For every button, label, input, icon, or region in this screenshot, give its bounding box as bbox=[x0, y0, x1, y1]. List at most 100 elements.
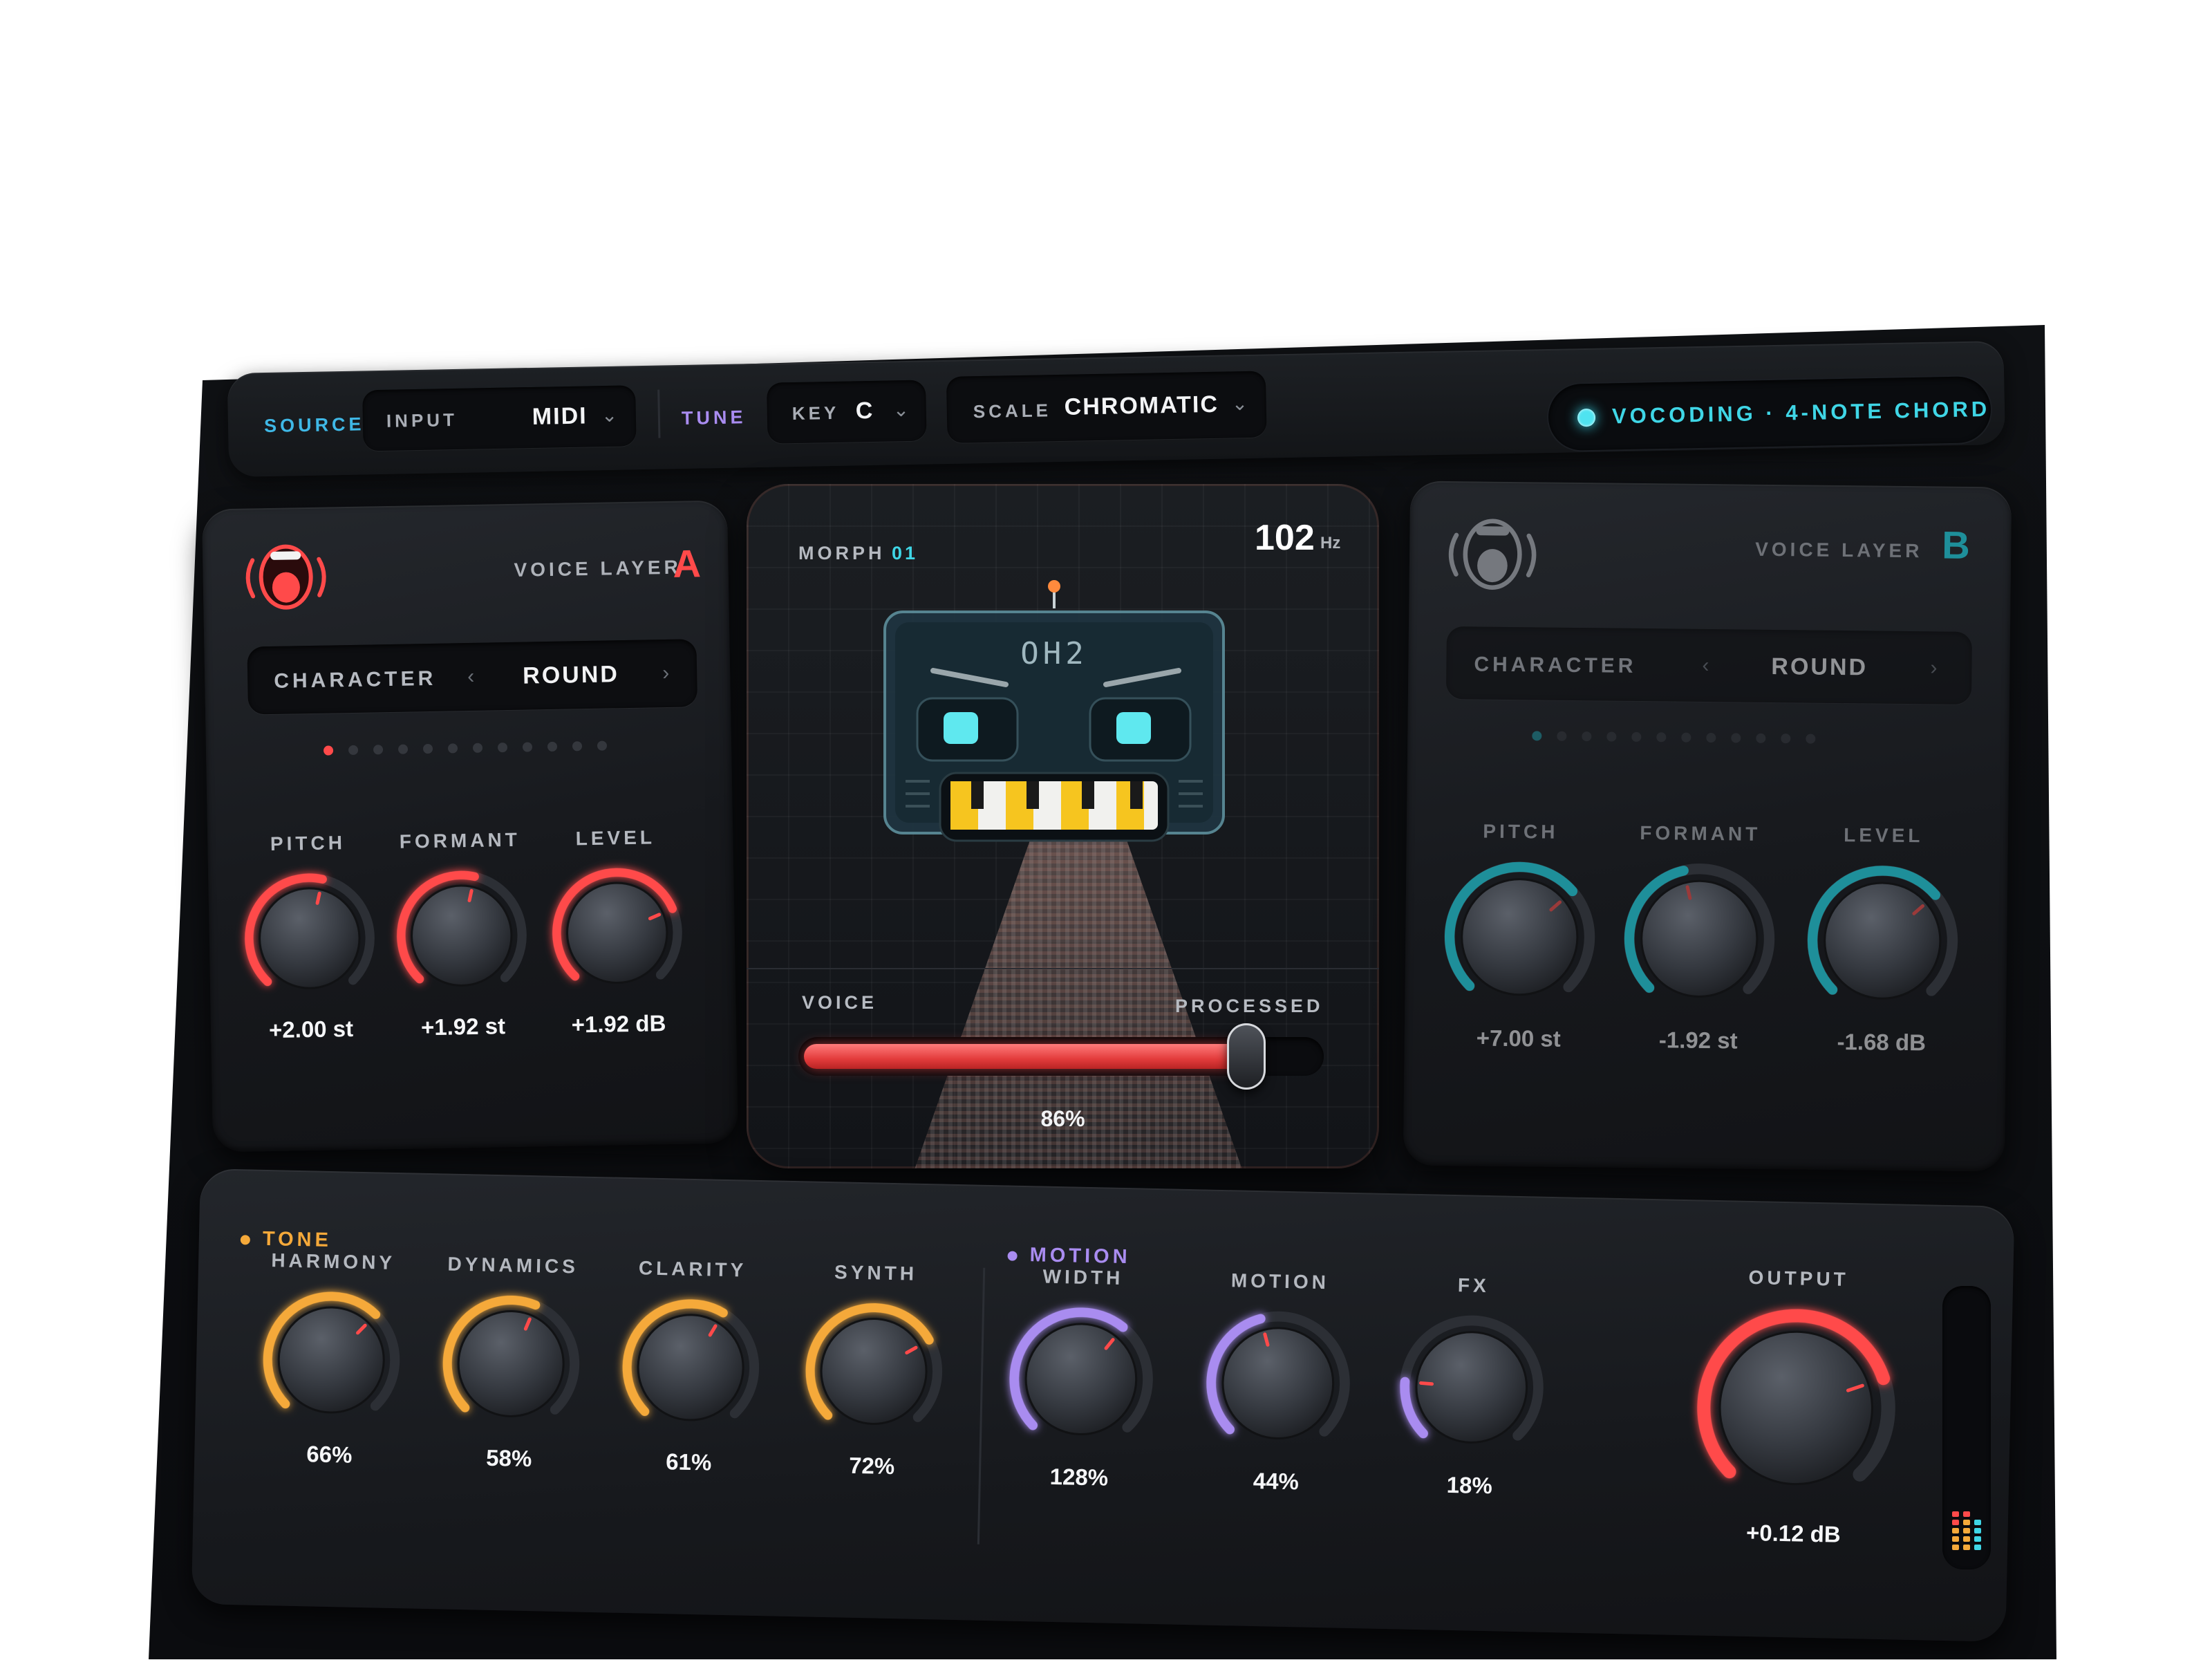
preset-dot[interactable] bbox=[397, 744, 409, 754]
frequency-value: 102 bbox=[1255, 518, 1315, 558]
robot-display-text: OH2 bbox=[1020, 636, 1087, 671]
layer-a-level-value: +1.92 dB bbox=[571, 1010, 666, 1038]
chevron-right-icon[interactable]: › bbox=[662, 662, 670, 685]
preset-dot[interactable] bbox=[597, 740, 608, 751]
motion-fx-knob-body bbox=[1415, 1331, 1528, 1444]
motion-width-value: 128% bbox=[1049, 1463, 1109, 1491]
layer-b-level-knob-body bbox=[1824, 882, 1942, 1000]
preset-dot[interactable] bbox=[323, 745, 334, 756]
status-text: VOCODING · 4-NOTE CHORD bbox=[1611, 396, 1991, 429]
morph-number: 01 bbox=[892, 543, 919, 563]
motion-motion-knob-body bbox=[1221, 1327, 1335, 1440]
morph-slider-thumb[interactable] bbox=[1227, 1023, 1266, 1090]
output-knob[interactable] bbox=[1694, 1305, 1898, 1510]
divider bbox=[977, 1267, 986, 1545]
layer-b-formant-knob-body bbox=[1640, 879, 1759, 998]
motion-width-knob[interactable] bbox=[1007, 1305, 1155, 1453]
tone-synth-value: 72% bbox=[848, 1452, 895, 1480]
preset-dot[interactable] bbox=[572, 741, 583, 752]
input-select[interactable]: INPUT MIDI ⌄ bbox=[362, 385, 637, 451]
preset-dot[interactable] bbox=[1681, 732, 1691, 743]
tone-synth-knob[interactable] bbox=[803, 1300, 944, 1442]
preset-dot[interactable] bbox=[1781, 734, 1791, 744]
tone-clarity-value: 61% bbox=[665, 1448, 712, 1475]
preset-dots-a bbox=[323, 740, 608, 756]
preset-dot[interactable] bbox=[373, 745, 384, 755]
layer-a-pitch-knob[interactable] bbox=[243, 871, 376, 1005]
chevron-left-icon[interactable]: ‹ bbox=[1702, 654, 1709, 678]
preset-dot[interactable] bbox=[447, 743, 458, 754]
tone-motion-panel: TONE MOTION HARMONY 66% DYNAMICS 58% CLARITY… bbox=[191, 1168, 2015, 1642]
layer-a-formant-knob-body bbox=[411, 884, 513, 987]
source-label: SOURCE bbox=[263, 413, 365, 437]
preset-dot[interactable] bbox=[1532, 731, 1542, 741]
voice-layer-b-card: VOICE LAYER B CHARACTER ‹ ROUND › PITCH +… bbox=[1403, 481, 2012, 1172]
layer-a-formant-label: FORMANT bbox=[399, 828, 521, 852]
scale-select[interactable]: SCALE CHROMATIC ⌄ bbox=[946, 371, 1267, 443]
preset-dot[interactable] bbox=[1557, 731, 1567, 741]
layer-a-formant-knob[interactable] bbox=[395, 869, 528, 1002]
motion-dot-icon bbox=[1007, 1251, 1018, 1261]
input-key: INPUT bbox=[386, 409, 458, 431]
tone-dynamics-knob[interactable] bbox=[440, 1293, 581, 1434]
preset-dot[interactable] bbox=[522, 742, 533, 752]
character-selector-a[interactable]: CHARACTER ‹ ROUND › bbox=[247, 639, 698, 715]
layer-b-pitch-knob-body bbox=[1461, 878, 1579, 996]
layer-a-level-knob-body bbox=[566, 882, 668, 985]
layer-a-formant-pointer bbox=[467, 888, 474, 902]
tone-harmony-value: 66% bbox=[306, 1441, 353, 1468]
chevron-down-icon: ⌄ bbox=[892, 398, 910, 421]
preset-dot[interactable] bbox=[422, 743, 433, 754]
tone-harmony-knob[interactable] bbox=[261, 1289, 402, 1430]
layer-b-pitch-value: +7.00 st bbox=[1476, 1025, 1561, 1052]
preset-dot[interactable] bbox=[1582, 731, 1592, 742]
preset-dot[interactable] bbox=[1756, 733, 1766, 743]
chevron-left-icon[interactable]: ‹ bbox=[467, 665, 475, 689]
key-select[interactable]: KEY C ⌄ bbox=[767, 380, 927, 444]
layer-a-level-knob[interactable] bbox=[550, 866, 684, 1000]
preset-dot[interactable] bbox=[547, 741, 558, 752]
status-indicator: VOCODING · 4-NOTE CHORD bbox=[1548, 375, 1991, 451]
tone-synth-knob-body bbox=[820, 1317, 928, 1425]
preset-dot[interactable] bbox=[1606, 731, 1617, 742]
layer-b-formant-knob[interactable] bbox=[1622, 862, 1776, 1016]
motion-motion-knob[interactable] bbox=[1204, 1309, 1352, 1457]
layer-a-formant-value: +1.92 st bbox=[420, 1013, 506, 1041]
layer-a-pitch-knob-body bbox=[259, 887, 361, 989]
motion-fx-value: 18% bbox=[1446, 1471, 1493, 1499]
morph-display: MORPH 01 102 Hz OH2 VOICE PROCESSED 86% bbox=[747, 484, 1379, 1168]
character-label: CHARACTER bbox=[1474, 653, 1637, 678]
tone-dot-icon bbox=[240, 1235, 250, 1245]
preset-dot[interactable] bbox=[1631, 731, 1642, 742]
preset-dot[interactable] bbox=[497, 743, 508, 753]
preset-dot[interactable] bbox=[1706, 732, 1716, 743]
layer-b-level-knob[interactable] bbox=[1806, 864, 1959, 1018]
character-label: CHARACTER bbox=[274, 666, 437, 693]
tone-dynamics-value: 58% bbox=[485, 1444, 532, 1472]
output-value: +0.12 dB bbox=[1745, 1519, 1841, 1547]
motion-motion-label: MOTION bbox=[1230, 1269, 1330, 1294]
layer-b-pitch-knob[interactable] bbox=[1443, 860, 1596, 1014]
layer-b-formant-value: -1.92 st bbox=[1658, 1027, 1738, 1054]
layer-a-level-label: LEVEL bbox=[575, 826, 656, 850]
character-selector-b[interactable]: CHARACTER ‹ ROUND › bbox=[1445, 626, 1972, 705]
preset-dot[interactable] bbox=[1731, 733, 1741, 743]
chevron-right-icon[interactable]: › bbox=[1930, 656, 1937, 680]
divider bbox=[657, 389, 661, 438]
preset-dot[interactable] bbox=[348, 745, 359, 756]
output-label: OUTPUT bbox=[1748, 1266, 1850, 1290]
motion-fx-label: FX bbox=[1457, 1274, 1490, 1297]
motion-fx-knob[interactable] bbox=[1398, 1313, 1546, 1461]
voice-layer-a-card: VOICE LAYER A CHARACTER ‹ ROUND › PITCH +… bbox=[201, 500, 739, 1153]
morph-slider[interactable] bbox=[798, 1023, 1324, 1090]
morph-label: MORPH bbox=[798, 543, 885, 563]
preset-dot[interactable] bbox=[472, 743, 483, 753]
voice-label: VOICE bbox=[802, 992, 878, 1013]
preset-dot[interactable] bbox=[1806, 734, 1816, 744]
motion-width-label: WIDTH bbox=[1042, 1265, 1124, 1289]
layer-a-title: VOICE LAYER bbox=[514, 556, 682, 581]
tone-clarity-knob[interactable] bbox=[620, 1297, 761, 1438]
tone-harmony-knob-body bbox=[277, 1306, 385, 1414]
motion-width-knob-body bbox=[1024, 1323, 1138, 1436]
preset-dot[interactable] bbox=[1656, 732, 1667, 743]
